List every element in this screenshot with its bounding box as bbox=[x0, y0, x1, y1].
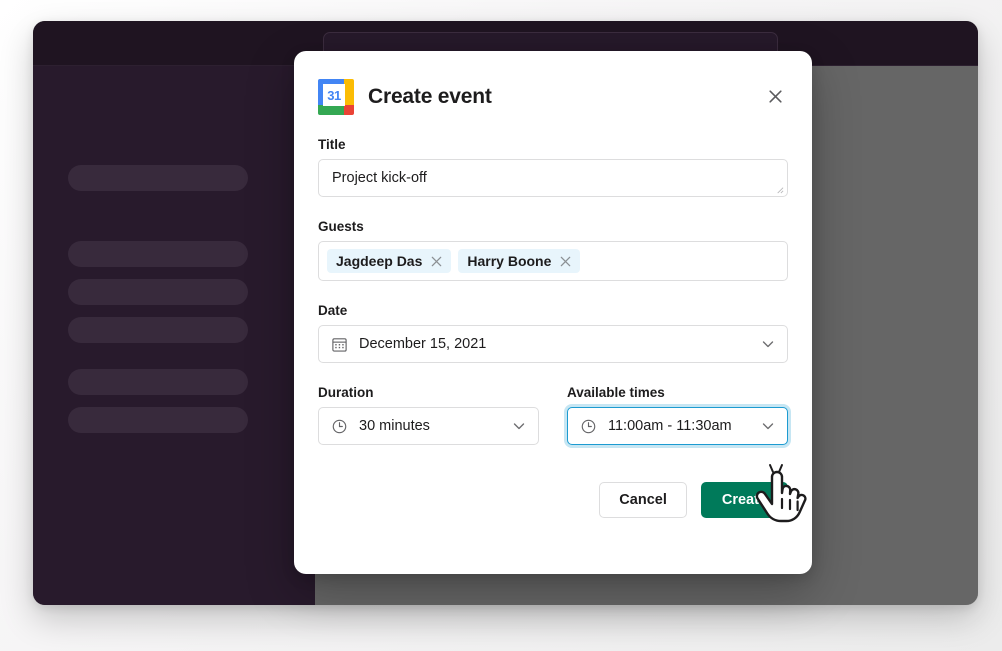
google-calendar-icon: 31 bbox=[318, 79, 354, 115]
close-icon[interactable] bbox=[430, 255, 443, 268]
date-select-value: December 15, 2021 bbox=[359, 336, 487, 352]
guest-chip-label: Harry Boone bbox=[467, 253, 552, 269]
calendar-icon bbox=[332, 337, 347, 352]
chevron-down-icon[interactable] bbox=[512, 419, 526, 433]
duration-select-value: 30 minutes bbox=[359, 418, 430, 434]
date-field-group: Date December 15, 2021 bbox=[318, 303, 788, 363]
resize-handle-icon[interactable] bbox=[775, 185, 784, 194]
cancel-button[interactable]: Cancel bbox=[599, 482, 687, 518]
date-select[interactable]: December 15, 2021 bbox=[318, 325, 788, 363]
sidebar-item-placeholder[interactable] bbox=[68, 241, 248, 267]
guest-chip[interactable]: Jagdeep Das bbox=[327, 249, 452, 273]
guest-chip[interactable]: Harry Boone bbox=[458, 249, 581, 273]
available-times-select-value: 11:00am - 11:30am bbox=[608, 418, 732, 434]
create-button[interactable]: Create bbox=[700, 482, 788, 518]
create-event-modal: 31 Create event Title Project kick-off G… bbox=[294, 51, 812, 574]
close-icon[interactable] bbox=[559, 255, 572, 268]
page-title: Create event bbox=[368, 85, 492, 108]
available-times-field-group: Available times 11:00am - 11:30am bbox=[567, 385, 788, 445]
available-times-select[interactable]: 11:00am - 11:30am bbox=[567, 407, 788, 445]
sidebar-item-placeholder[interactable] bbox=[68, 369, 248, 395]
app-sidebar bbox=[33, 66, 315, 605]
title-field-label: Title bbox=[318, 137, 346, 152]
sidebar-item-placeholder[interactable] bbox=[68, 317, 248, 343]
title-field-group: Title Project kick-off bbox=[318, 137, 788, 197]
sidebar-item-placeholder[interactable] bbox=[68, 407, 248, 433]
sidebar-item-placeholder[interactable] bbox=[68, 165, 248, 191]
date-field-label: Date bbox=[318, 303, 348, 318]
close-icon[interactable] bbox=[762, 83, 788, 109]
duration-field-group: Duration 30 minutes bbox=[318, 385, 539, 445]
duration-select[interactable]: 30 minutes bbox=[318, 407, 539, 445]
modal-actions: Cancel Create bbox=[318, 482, 788, 518]
clock-icon bbox=[332, 419, 347, 433]
google-calendar-icon-day: 31 bbox=[327, 87, 341, 103]
guests-field-label: Guests bbox=[318, 219, 364, 234]
guests-field-group: Guests Jagdeep Das Harry Boone bbox=[318, 219, 788, 281]
clock-icon bbox=[581, 419, 596, 433]
available-times-field-label: Available times bbox=[567, 385, 665, 400]
chevron-down-icon[interactable] bbox=[761, 419, 775, 433]
title-input-value: Project kick-off bbox=[332, 170, 427, 186]
modal-header: 31 Create event bbox=[318, 77, 788, 117]
duration-field-label: Duration bbox=[318, 385, 374, 400]
duration-availability-row: Duration 30 minutes Available times 11:0… bbox=[318, 385, 788, 445]
chevron-down-icon[interactable] bbox=[761, 337, 775, 351]
sidebar-item-placeholder[interactable] bbox=[68, 279, 248, 305]
guests-input[interactable]: Jagdeep Das Harry Boone bbox=[318, 241, 788, 281]
title-input[interactable]: Project kick-off bbox=[318, 159, 788, 197]
guest-chip-label: Jagdeep Das bbox=[336, 253, 423, 269]
